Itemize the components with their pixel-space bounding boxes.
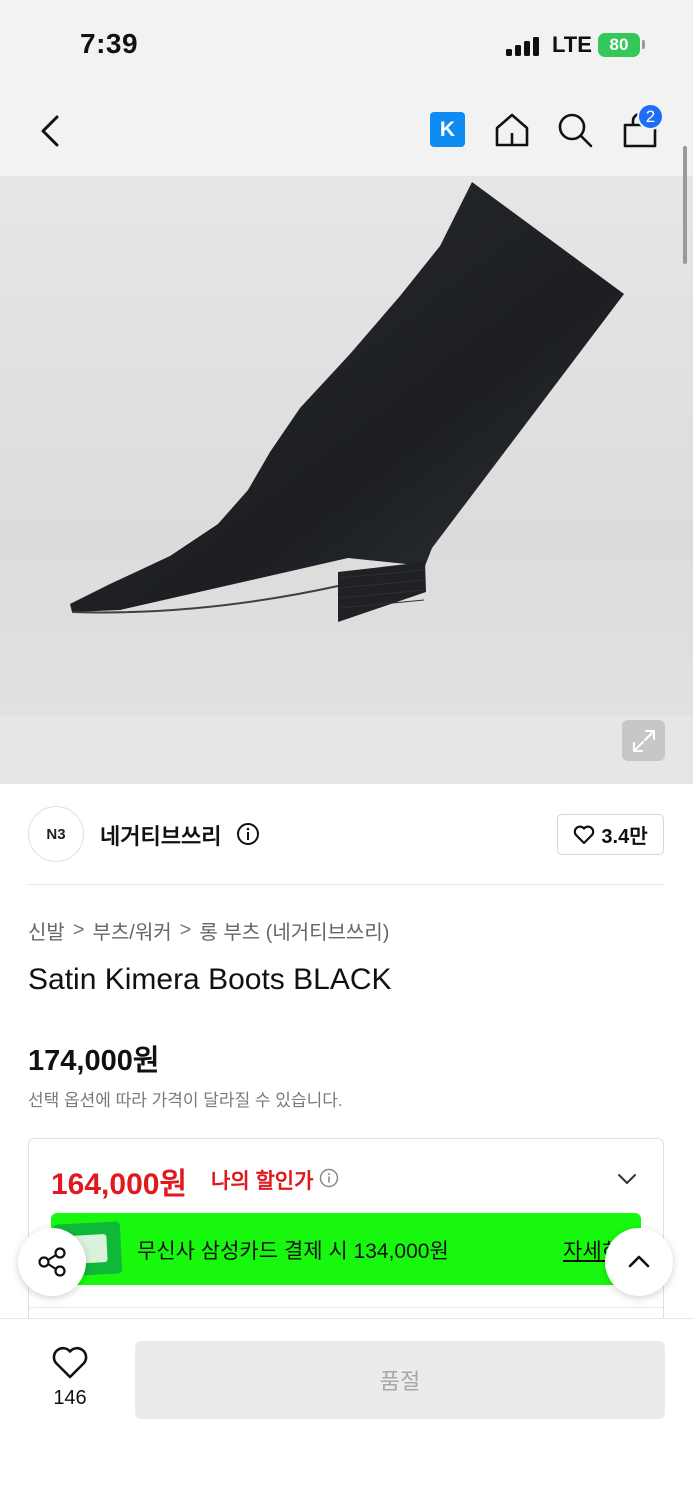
expand-icon [632, 729, 655, 752]
home-icon [495, 113, 529, 147]
product-title: Satin Kimera Boots BLACK [28, 963, 392, 996]
breadcrumb-item[interactable]: 롱 부츠 (네거티브쓰리) [199, 916, 389, 945]
status-time: 7:39 [80, 28, 139, 59]
search-icon [558, 113, 593, 148]
card-promo-text: 무신사 삼성카드 결제 시 134,000원 [137, 1240, 449, 1263]
divider [29, 1307, 663, 1308]
brand-like-button[interactable]: 3.4만 [557, 814, 664, 855]
product-image[interactable] [0, 176, 693, 784]
chevron-down-icon[interactable] [615, 1167, 639, 1191]
like-count: 146 [53, 1387, 87, 1409]
brand-like-count: 3.4만 [601, 826, 648, 848]
brand-name[interactable]: 네거티브쓰리 [100, 819, 221, 851]
soldout-button[interactable]: 품절 [135, 1341, 665, 1419]
card-promo-banner[interactable]: 무신사 삼성카드 결제 시 134,000원 자세히 [51, 1213, 641, 1285]
image-footer [0, 716, 693, 784]
sale-label: 나의 할인가 [211, 1170, 314, 1193]
product-price: 174,000원 [28, 1045, 160, 1077]
expand-button[interactable] [622, 720, 665, 761]
breadcrumb-item[interactable]: 부츠/워커 [93, 916, 172, 945]
boot-image [70, 182, 624, 622]
price-note: 선택 옵션에 따라 가격이 달라질 수 있습니다. [28, 1091, 343, 1110]
scroll-top-button[interactable] [605, 1228, 673, 1296]
product-page: 7:39 LTE 80 K 2 N3 네거티브쓰리 3.4만 신발 > 부츠/워… [0, 0, 693, 1500]
discount-box[interactable]: 164,000원 나의 할인가 무신사 삼성카드 결제 시 134,000원 자… [28, 1138, 664, 1338]
share-button[interactable] [18, 1228, 86, 1296]
breadcrumb-item[interactable]: 신발 [28, 916, 65, 945]
battery-icon: 80 [598, 33, 640, 57]
back-button[interactable] [30, 110, 70, 152]
divider [28, 884, 664, 885]
bottom-action-bar: 146 품절 [0, 1318, 693, 1500]
home-button[interactable] [492, 110, 532, 150]
chevron-right-icon: > [179, 919, 192, 941]
back-arrow-icon [41, 115, 59, 147]
heart-icon[interactable] [50, 1345, 90, 1381]
signal-icon [506, 36, 539, 56]
chevron-up-icon [628, 1255, 650, 1268]
status-bar: 7:39 LTE 80 [0, 0, 693, 90]
breadcrumb: 신발 > 부츠/워커 > 롱 부츠 (네거티브쓰리) [28, 916, 389, 945]
scrollbar[interactable] [683, 146, 687, 264]
sale-price: 164,000원 [51, 1168, 188, 1201]
top-nav: K [0, 90, 693, 176]
brand-logo[interactable]: N3 [28, 806, 84, 862]
cart-count-badge: 2 [637, 103, 664, 130]
search-button[interactable] [555, 110, 595, 150]
info-icon[interactable] [236, 822, 260, 846]
share-icon [38, 1247, 66, 1277]
kakao-button[interactable]: K [430, 112, 465, 147]
heart-icon [574, 825, 595, 844]
battery-tip [642, 40, 645, 49]
chevron-right-icon: > [72, 919, 85, 941]
network-label: LTE [552, 32, 592, 57]
info-icon[interactable] [319, 1168, 339, 1188]
